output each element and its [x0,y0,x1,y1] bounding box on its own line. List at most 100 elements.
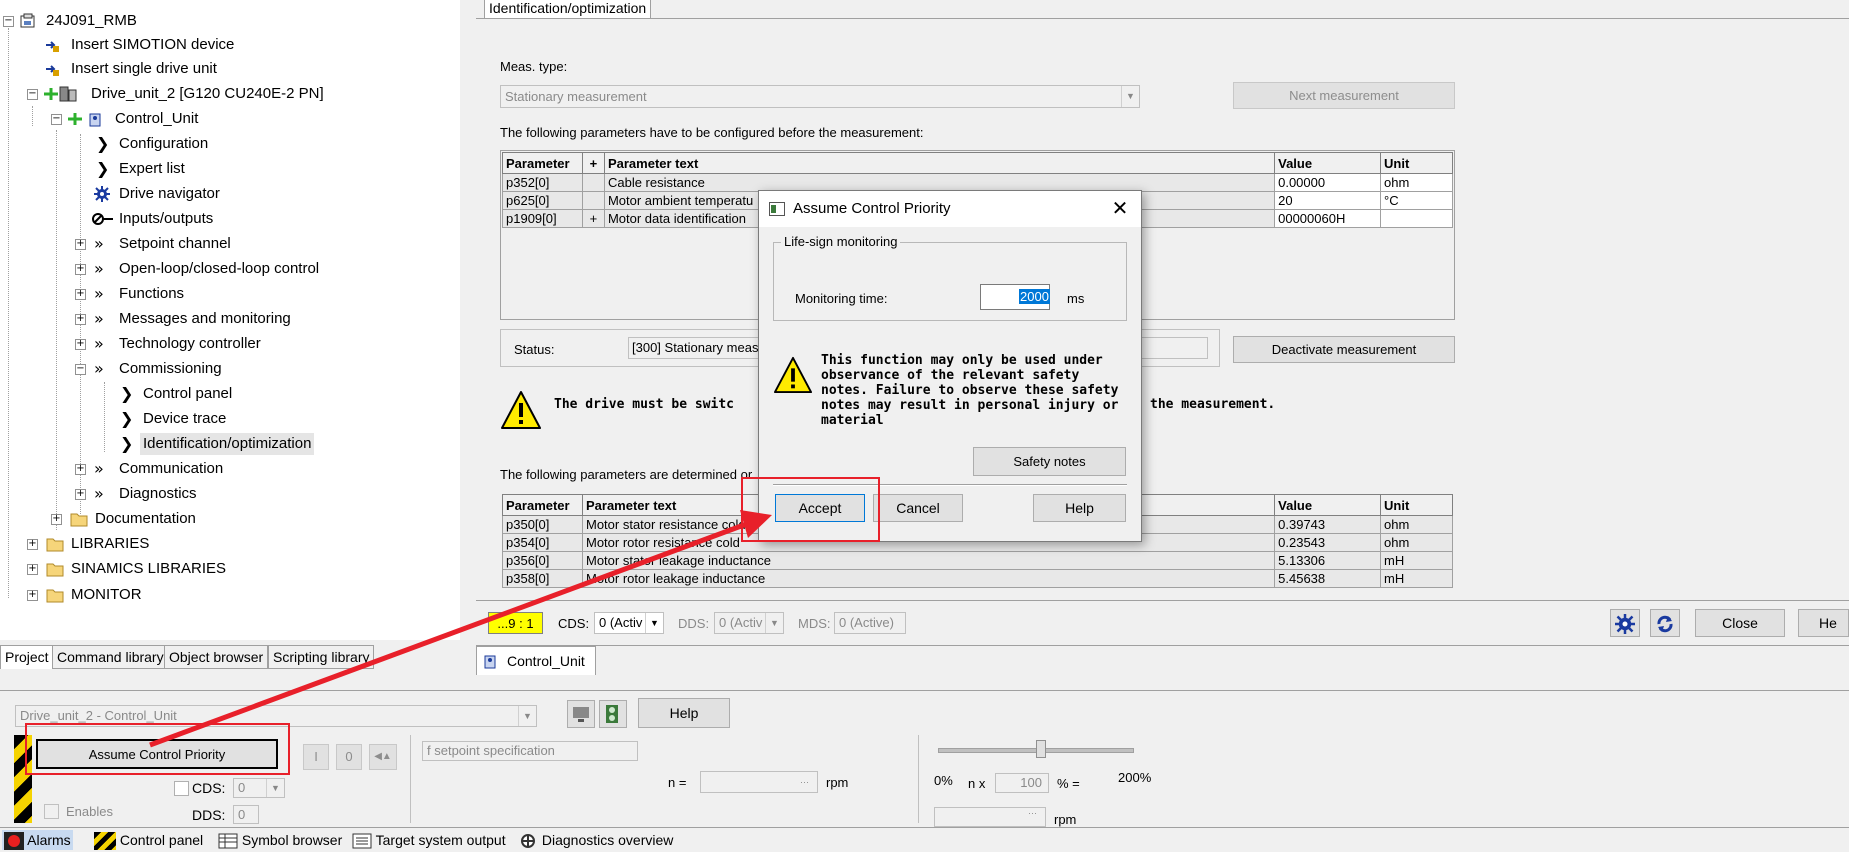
expand-icon[interactable]: + [51,514,62,525]
tab-scripting-library[interactable]: Scripting library [268,645,375,669]
expand-icon[interactable]: + [75,239,86,250]
chevron-right-icon: ❯ [120,409,134,428]
value-cell[interactable]: 00000060H [1274,209,1382,228]
value-cell: 0.39743 [1274,515,1382,534]
status-value: [300] Stationary meas [632,340,759,355]
divider [410,735,411,823]
unit-cell: ohm [1380,173,1453,192]
expand-icon[interactable]: + [75,264,86,275]
next-measurement-button[interactable]: Next measurement [1233,82,1455,109]
tab-project[interactable]: Project [0,645,54,669]
direction-button[interactable]: ◀▲ [369,744,397,770]
drive-select[interactable]: Drive_unit_2 - Control_Unit ▼ [15,705,537,727]
expand-icon[interactable]: + [75,289,86,300]
chevron-down-icon: ▼ [266,779,284,797]
help-button[interactable]: He [1798,609,1849,637]
double-chevron-icon: » [94,459,104,478]
table-row[interactable]: p358[0] Motor rotor leakage inductance 5… [502,569,1453,588]
enables-checkbox[interactable] [44,804,59,819]
speed-slider-thumb[interactable] [1036,740,1046,758]
cpanel-help-button[interactable]: Help [638,698,730,728]
speed-field: ··· [700,771,818,793]
meas-type-select[interactable]: Stationary measurement ▼ [500,85,1140,108]
hazard-stripe [14,735,32,823]
tab-command-library[interactable]: Command library [52,645,169,669]
tab-label: Target system output [375,832,506,848]
collapse-icon[interactable]: − [27,89,38,100]
off-button[interactable]: 0 [336,744,362,770]
tab-identification[interactable]: Identification/optimization [484,0,652,19]
dds-value: 0 (Activ [719,615,763,630]
value-cell[interactable]: 0.00000 [1274,173,1382,192]
close-icon[interactable]: ✕ [1103,193,1137,223]
panel-control-button[interactable] [599,700,627,728]
divider [918,735,919,823]
dialog-help-button[interactable]: Help [1033,494,1126,522]
monitoring-time-input[interactable]: 2000 [980,284,1050,310]
tab-target-system-output[interactable]: Target system output [352,830,506,850]
collapse-icon[interactable]: − [51,114,62,125]
table-row[interactable]: p352[0] Cable resistance 0.00000 ohm [502,173,1453,192]
collapse-icon[interactable]: − [75,364,86,375]
tab-control-unit[interactable]: Control_Unit [476,646,596,675]
control-panel: Drive_unit_2 - Control_Unit ▼ Help Assume… [0,690,1849,828]
mds-field: 0 (Active) [834,612,906,634]
unit-cell: °C [1380,191,1453,210]
plus-cell[interactable]: + [581,209,605,228]
value-cell[interactable]: 20 [1274,191,1382,210]
param-text-cell: Motor stator leakage inductance [581,551,1276,570]
cds-select[interactable]: 0 ▼ [233,778,285,798]
tree-label: MONITOR [71,586,142,603]
tab-label: Symbol browser [241,832,343,848]
dds-select[interactable]: 0 (Activ ▼ [714,612,784,634]
close-button[interactable]: Close [1695,609,1785,637]
chevron-down-icon: ▼ [765,613,783,633]
safety-notes-button[interactable]: Safety notes [973,447,1126,476]
expand-icon[interactable]: + [27,564,38,575]
cds-checkbox[interactable] [174,781,189,796]
meas-type-label: Meas. type: [500,59,568,74]
navigator-button[interactable] [1610,609,1640,637]
panel-toggle-button[interactable] [567,700,595,728]
expand-icon[interactable]: + [75,339,86,350]
warning-icon [773,356,812,394]
tab-object-browser[interactable]: Object browser [164,645,269,669]
assume-control-priority-button[interactable]: Assume Control Priority [36,739,278,769]
param-cell: p356[0] [502,551,583,570]
cds-select[interactable]: 0 (Activ ▼ [594,612,664,634]
dds-field: 0 [233,805,259,824]
column-header: Unit [1380,494,1453,516]
expand-icon[interactable]: + [75,314,86,325]
chevron-down-icon: ▼ [645,613,663,633]
control-priority-icon [606,705,618,723]
tree-label: Communication [119,460,224,477]
nx-label: n x [968,776,986,791]
tree-label: LIBRARIES [71,535,150,552]
expand-icon[interactable]: + [27,539,38,550]
tab-label: Diagnostics overview [541,832,674,848]
tab-control-panel[interactable]: Control panel [94,830,203,851]
splitter[interactable] [460,0,477,690]
expand-icon[interactable]: + [75,489,86,500]
deactivate-measurement-button[interactable]: Deactivate measurement [1233,336,1455,363]
folder-icon [46,563,64,577]
tree-label: Open-loop/closed-loop control [119,260,320,277]
cancel-button[interactable]: Cancel [873,494,963,522]
tab-alarms[interactable]: Alarms [2,830,73,851]
insert-device-icon [46,41,59,52]
expand-icon[interactable]: + [75,464,86,475]
accept-button[interactable]: Accept [775,494,865,522]
collapse-icon[interactable]: − [3,16,14,27]
expand-icon[interactable]: + [27,590,38,601]
tab-symbol-browser[interactable]: Symbol browser [218,830,342,850]
on-button[interactable]: I [303,744,329,770]
tab-diagnostics-overview[interactable]: Diagnostics overview [518,830,673,850]
table-row[interactable]: p356[0] Motor stator leakage inductance … [502,551,1453,570]
dds-value: 0 [238,807,246,822]
ellipsis-icon: ··· [800,777,809,787]
dialog-title: Assume Control Priority [793,200,951,217]
assume-control-priority-dialog: Assume Control Priority ✕ Life-sign moni… [758,190,1142,542]
column-header: Parameter [502,152,583,174]
refresh-button[interactable] [1650,609,1680,637]
unit-cell: ohm [1380,533,1453,552]
